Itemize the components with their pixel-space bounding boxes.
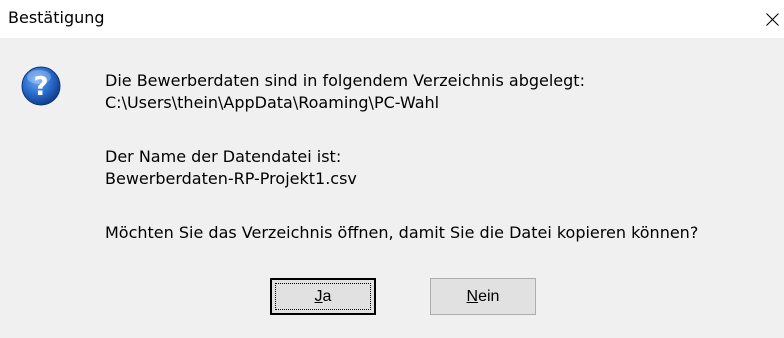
- no-button-label-rest: ein: [478, 288, 500, 305]
- close-button[interactable]: [756, 0, 784, 38]
- message-line-directory-intro: Die Bewerberdaten sind in folgendem Verz…: [105, 71, 585, 90]
- confirmation-dialog: Bestätigung ? Die Bewerberdaten sind in …: [0, 0, 784, 338]
- question-icon: ?: [21, 66, 61, 106]
- yes-button-mnemonic: J: [314, 288, 323, 305]
- title-bar: Bestätigung: [0, 0, 784, 38]
- message-line-directory-path: C:\Users\thein\AppData\Roaming\PC-Wahl: [105, 93, 440, 112]
- close-icon: [766, 13, 779, 26]
- message-line-question: Möchten Sie das Verzeichnis öffnen, dami…: [105, 223, 699, 242]
- yes-button-label-rest: a: [322, 288, 332, 305]
- window-title: Bestätigung: [8, 8, 105, 27]
- svg-text:?: ?: [33, 72, 48, 102]
- yes-button[interactable]: Ja: [270, 278, 376, 315]
- no-button[interactable]: Nein: [430, 278, 536, 315]
- no-button-mnemonic: N: [466, 288, 479, 305]
- message-line-filename-intro: Der Name der Datendatei ist:: [105, 147, 342, 166]
- message-line-filename: Bewerberdaten-RP-Projekt1.csv: [105, 169, 357, 188]
